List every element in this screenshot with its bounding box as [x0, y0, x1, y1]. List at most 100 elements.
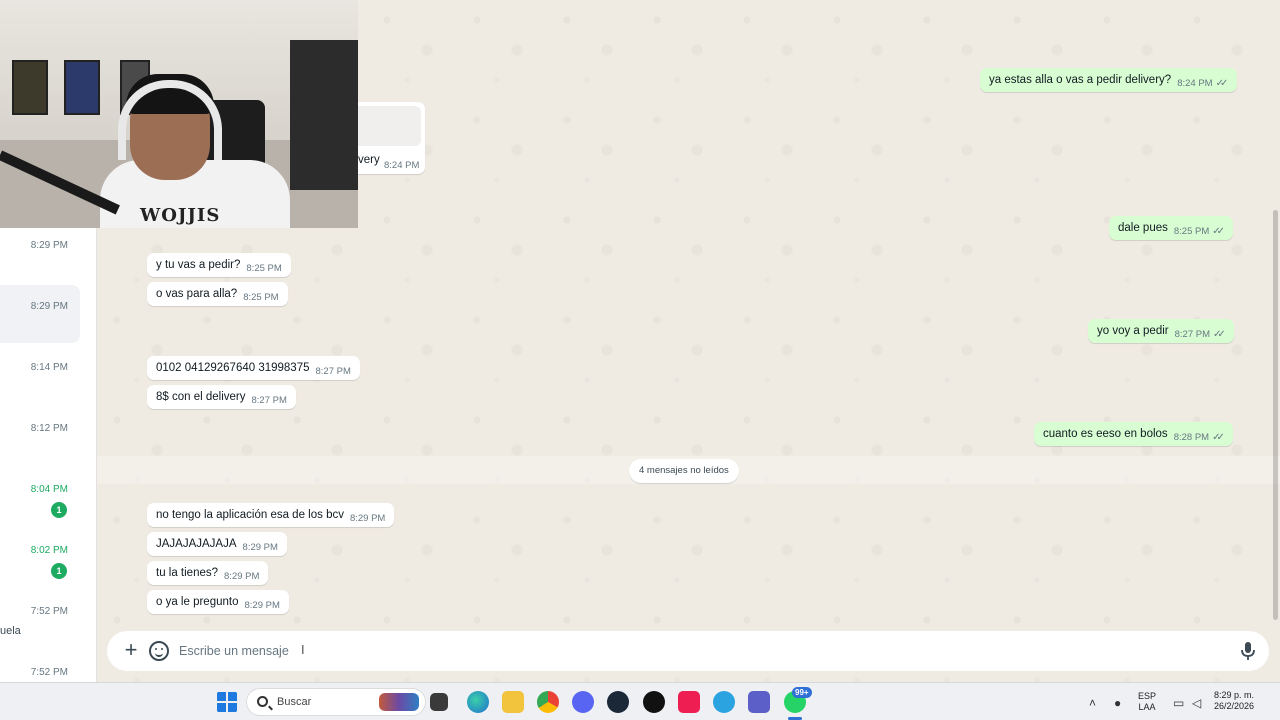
conversation-scrollbar[interactable] [1273, 210, 1278, 620]
system-clock[interactable]: 8:29 p. m. 26/2/2026 [1214, 690, 1254, 712]
message-text: yo voy a pedir [1097, 325, 1169, 337]
chevron-up-icon[interactable]: ˄ [1089, 696, 1096, 710]
tiktok-icon[interactable] [678, 691, 700, 713]
chat-time: 7:52 PM [30, 667, 68, 678]
incoming-message[interactable]: 0102 04129267640 31998375 8:27 PM [147, 356, 360, 380]
incoming-message[interactable]: 8$ con el delivery 8:27 PM [147, 385, 296, 409]
message-input[interactable] [179, 631, 1219, 671]
unread-badge: 1 [51, 502, 67, 518]
message-text: y tu vas a pedir? [156, 259, 241, 271]
discord-icon[interactable] [572, 691, 594, 713]
message-time: 8:24 PM [384, 160, 420, 171]
message-time: 8:29 PM [224, 571, 260, 582]
chat-time: 8:04 PM [30, 484, 68, 495]
message-text: tu la tienes? [156, 567, 219, 579]
chat-list-item[interactable]: 8:29 PM [0, 230, 96, 291]
incoming-message[interactable]: no tengo la aplicación esa de los bcv 8:… [147, 503, 395, 527]
chat-list-item[interactable]: 8:02 PM 1 [0, 535, 96, 596]
teams-icon[interactable] [748, 691, 770, 713]
microphone-icon[interactable] [1239, 641, 1257, 661]
chat-time: 8:14 PM [30, 362, 68, 373]
outgoing-message[interactable]: cuanto es eeso en bolos 8:28 PM ✓✓ [1034, 422, 1234, 446]
message-time: 8:27 PM [251, 395, 287, 406]
search-label: Buscar [277, 696, 312, 708]
task-view-icon[interactable] [430, 693, 448, 711]
media-preview[interactable] [358, 106, 421, 146]
chat-time: 8:29 PM [30, 240, 68, 251]
chat-list-item[interactable]: 7:52 PM [0, 657, 96, 682]
message-text: 0102 04129267640 31998375 [156, 362, 310, 374]
incoming-message[interactable]: y tu vas a pedir? 8:25 PM [147, 253, 291, 277]
wall-poster [64, 60, 100, 115]
wall-poster [12, 60, 48, 115]
message-meta: 8:28 PM ✓✓ [1173, 432, 1225, 443]
microphone-tray-icon[interactable]: ● [1114, 696, 1121, 710]
message-time: 8:24 PM [1177, 78, 1213, 89]
chat-list-item[interactable]: 8:12 PM [0, 413, 96, 474]
incoming-message[interactable]: tu la tienes? 8:29 PM [147, 561, 269, 585]
message-time: 8:27 PM [1174, 329, 1210, 340]
shelf [290, 40, 358, 190]
message-time: 8:29 PM [349, 513, 386, 524]
clock-date: 26/2/2026 [1214, 701, 1255, 711]
message-composer: + I [107, 631, 1269, 671]
chat-time: 8:12 PM [30, 423, 68, 434]
taskbar-search[interactable]: Buscar [246, 688, 426, 716]
plus-icon[interactable]: + [119, 639, 143, 663]
incoming-message[interactable]: o ya le pregunto 8:29 PM [147, 590, 289, 614]
read-receipt-icon: ✓✓ [1212, 226, 1225, 237]
message-text: very [358, 154, 380, 166]
message-text: dale pues [1118, 222, 1168, 234]
unread-badge: 1 [51, 563, 67, 579]
steam-icon[interactable] [607, 691, 629, 713]
volume-icon[interactable]: ◁ [1192, 696, 1201, 710]
message-time: 8:29 PM [244, 600, 280, 611]
message-time: 8:25 PM [1173, 226, 1210, 237]
keyboard-layout: LAA [1138, 702, 1156, 712]
incoming-message[interactable]: o vas para alla? 8:25 PM [147, 282, 288, 306]
windows-start-icon[interactable] [216, 691, 238, 713]
whatsapp-unread-badge: 99+ [792, 687, 812, 698]
obs-icon[interactable] [643, 691, 665, 713]
message-time: 8:29 PM [242, 542, 278, 553]
edge-icon[interactable] [467, 691, 489, 713]
read-receipt-icon: ✓✓ [1212, 432, 1225, 443]
message-time: 8:28 PM [1173, 432, 1210, 443]
chat-list-item[interactable]: 8:04 PM 1 [0, 474, 96, 535]
message-time: 8:25 PM [246, 263, 282, 274]
read-receipt-icon: ✓✓ [1215, 78, 1229, 89]
telegram-icon[interactable] [713, 691, 735, 713]
chrome-icon[interactable] [537, 691, 559, 713]
incoming-message[interactable]: JAJAJAJAJAJA 8:29 PM [147, 532, 287, 556]
message-meta: 8:27 PM ✓✓ [1174, 329, 1226, 340]
outgoing-message[interactable]: yo voy a pedir 8:27 PM ✓✓ [1088, 319, 1234, 343]
message-text: no tengo la aplicación esa de los bcv [156, 509, 344, 521]
message-text: o vas para alla? [156, 288, 238, 300]
chat-time: 8:29 PM [30, 301, 68, 312]
message-time: 8:25 PM [243, 292, 279, 303]
message-text: 8$ con el delivery [156, 391, 246, 403]
shirt-print: WOJJIS [140, 205, 221, 226]
message-text: ya estas alla o vas a pedir delivery? [989, 74, 1172, 86]
message-time: 8:27 PM [315, 366, 351, 377]
language-indicator[interactable]: ESP LAA [1138, 691, 1156, 713]
network-icon[interactable]: ▭ [1173, 696, 1184, 710]
chat-list-item-selected[interactable]: 8:29 PM [0, 285, 80, 343]
chat-preview-fragment: uela [0, 625, 21, 637]
outgoing-message[interactable]: ya estas alla o vas a pedir delivery? 8:… [980, 68, 1237, 92]
outgoing-message[interactable]: dale pues 8:25 PM ✓✓ [1109, 216, 1234, 240]
sticker-icon[interactable] [149, 641, 169, 661]
read-receipt-icon: ✓✓ [1213, 329, 1226, 340]
text-cursor-icon: I [301, 642, 305, 657]
chat-list-item[interactable]: 8:14 PM [0, 352, 96, 413]
webcam-overlay: WOJJIS [0, 0, 358, 228]
clock-time: 8:29 p. m. [1214, 690, 1255, 700]
message-text: cuanto es eeso en bolos [1043, 428, 1168, 440]
file-explorer-icon[interactable] [502, 691, 524, 713]
message-text: o ya le pregunto [156, 596, 239, 608]
search-highlight-image [379, 693, 419, 711]
language-code: ESP [1138, 691, 1157, 701]
chat-time: 7:52 PM [30, 606, 68, 617]
chat-time: 8:02 PM [30, 545, 68, 556]
unread-count-label: 4 mensajes no leídos [629, 459, 739, 483]
